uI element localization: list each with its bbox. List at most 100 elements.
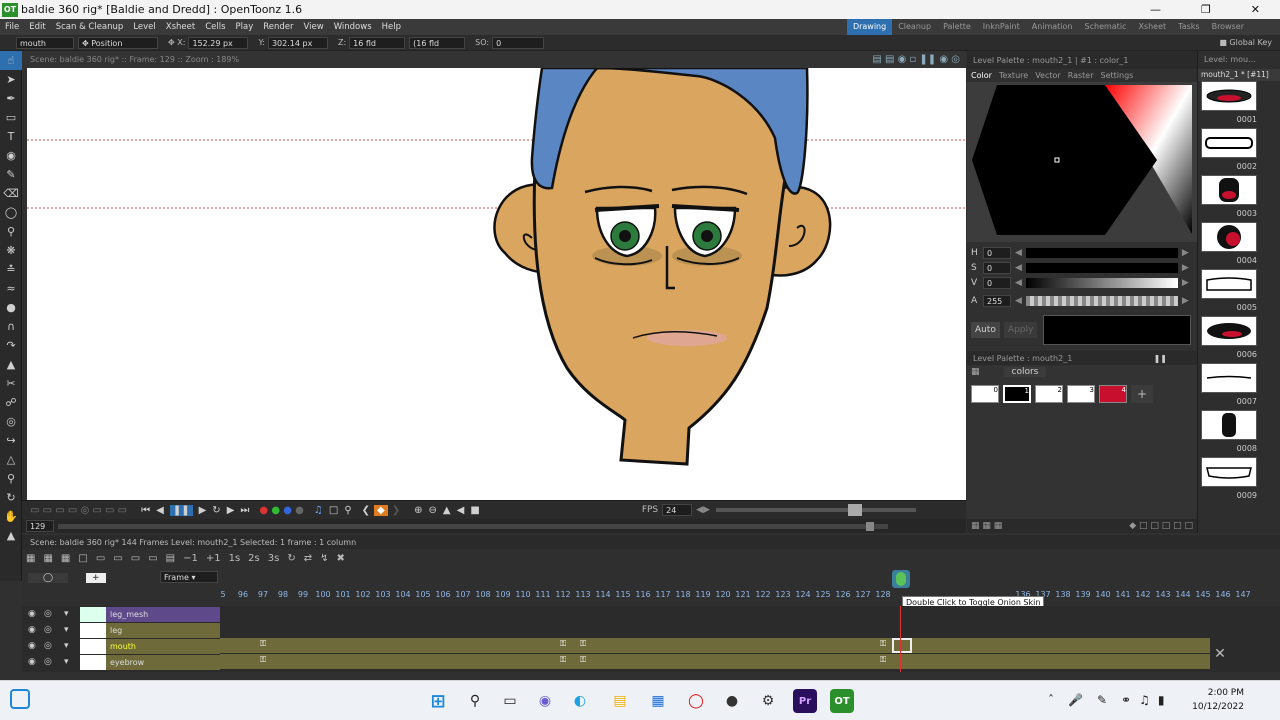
layer-leg[interactable]: ◉ ◎ ▾ leg [22,622,220,638]
camstand-icon[interactable]: ◎ [44,641,54,651]
frame-zoom-select[interactable]: Frame ▾ [160,571,218,583]
camstand-icon[interactable]: ◎ [44,609,54,619]
selected-cell[interactable] [892,638,912,653]
ruler-frame-label[interactable]: 112 [553,590,573,599]
ruler-frame-label[interactable]: 106 [433,590,453,599]
collapse-toolbar-icon[interactable]: ▲ [0,526,22,545]
ruler-frame-label[interactable]: 114 [593,590,613,599]
ruler-frame-label[interactable]: 142 [1133,590,1153,599]
camstand-icon[interactable]: ◎ [44,625,54,635]
geometric-tool-icon[interactable]: ▭ [0,108,22,127]
microphone-icon[interactable]: 🎤 [1068,693,1083,707]
menu-edit[interactable]: Edit [24,22,50,32]
level-frame-0004[interactable]: 0004 [1198,222,1280,269]
ruler-frame-label[interactable]: 146 [1213,590,1233,599]
swing-icon[interactable]: ⇄ [304,553,312,564]
premiere-icon[interactable]: Pr [793,689,817,713]
volume-icon[interactable]: ♫ [1139,693,1150,707]
viewer-options-icons[interactable]: ▤ ▤ ◉ ▫ ❚❚ ◉ ◎ [872,54,960,65]
next-frame-icon[interactable]: ▶ [227,505,235,516]
frame-slider[interactable] [58,521,888,531]
ruler-frame-label[interactable]: 103 [373,590,393,599]
play-icon[interactable]: ▶ [199,505,207,516]
viewer-canvas[interactable] [27,68,966,500]
color-wheel-area[interactable] [967,82,1197,242]
key-icon[interactable]: ⚿ [560,655,566,665]
ruler-frame-label[interactable]: 115 [613,590,633,599]
ruler-frame-label[interactable]: 104 [393,590,413,599]
animate-tool-icon[interactable]: ☝ [0,51,22,70]
room-tab-palette[interactable]: Palette [937,19,977,35]
x-field[interactable]: 152.29 px [188,36,249,49]
tab-texture[interactable]: Texture [999,71,1028,80]
level-frame-0006[interactable]: 0006 [1198,316,1280,363]
mode-select[interactable]: ✥ Position [78,36,158,49]
rotate-icon[interactable]: ◀ [457,505,465,516]
key-icon[interactable]: ⚿ [260,639,266,649]
minimize-icon[interactable]: — [1150,3,1161,16]
last-frame-icon[interactable]: ⏭ [240,505,249,516]
ruler-frame-label[interactable]: 126 [833,590,853,599]
z2-field[interactable]: (16 fld [409,36,466,49]
fps-slider-handle[interactable] [848,504,862,516]
decrease-step-icon[interactable]: −1 [183,553,198,564]
frame-slider-handle[interactable] [866,521,874,531]
cell-row-leg[interactable] [220,622,1280,637]
ruler-frame-label[interactable]: 144 [1173,590,1193,599]
level-frame-0002[interactable]: 0002 [1198,128,1280,175]
zoom-in-icon[interactable]: ⊕ [414,505,422,516]
bender-tool-icon[interactable]: ↷ [0,336,22,355]
room-tab-schematic[interactable]: Schematic [1079,19,1133,35]
reframe-1s-icon[interactable]: 1s [229,553,241,564]
search-icon[interactable]: ⚲ [463,689,487,713]
task-view-icon[interactable]: ▭ [498,689,522,713]
expand-icon[interactable]: ▾ [64,625,74,635]
maximize-icon[interactable]: ❐ [1201,3,1211,16]
ruler-frame-label[interactable]: 122 [753,590,773,599]
menu-view[interactable]: View [299,22,329,32]
palette-chip-1[interactable]: 1 [1003,385,1031,403]
toggle-xsheet-timeline-icon[interactable]: ◯ [28,573,68,583]
level-frame-0001[interactable]: 0001 [1198,81,1280,128]
prev-key-icon[interactable]: ❮ [362,505,370,516]
palette-view-icons[interactable]: ▦ ▦ ▦ [971,521,1002,531]
layer-name[interactable]: leg [106,622,220,638]
apply-button[interactable]: Apply [1003,321,1038,338]
camstand-icon[interactable]: ◎ [44,657,54,667]
level-frame-0009[interactable]: 0009 [1198,457,1280,504]
level-frame-0008[interactable]: 0008 [1198,410,1280,457]
menu-scan-cleanup[interactable]: Scan & Cleanup [51,22,129,32]
eraser-tool-icon[interactable]: ⌫ [0,184,22,203]
menu-help[interactable]: Help [377,22,406,32]
loop-icon[interactable]: ↻ [212,505,220,516]
reverse-icon[interactable]: ↻ [287,553,295,564]
selection-tool-icon[interactable]: ➤ [0,70,22,89]
ruler-frame-label[interactable]: 5 [213,590,233,599]
tray-chevron-icon[interactable]: ˆ [1048,693,1054,707]
rgb-picker-tool-icon[interactable]: ❋ [0,241,22,260]
new-note-icon[interactable]: □ [78,553,87,564]
a-field[interactable]: 255 [983,294,1011,307]
key-icon[interactable]: ⚿ [260,655,266,665]
brush-tool-icon[interactable]: ✒ [0,89,22,108]
obs-icon[interactable]: ● [720,689,744,713]
s-left-arrow-icon[interactable]: ◀ [1015,263,1022,273]
h-field[interactable]: 0 [983,246,1011,259]
cutter-tool-icon[interactable]: ✂ [0,374,22,393]
widgets-icon[interactable] [10,689,30,709]
magnet-tool-icon[interactable]: ∩ [0,317,22,336]
zoom-tool-icon[interactable]: ⚲ [0,469,22,488]
hook-tool-icon[interactable]: ↪ [0,431,22,450]
expand-icon[interactable]: ▾ [64,641,74,651]
ruler-frame-label[interactable]: 116 [633,590,653,599]
ruler-frame-label[interactable]: 123 [773,590,793,599]
shuffle-icon[interactable]: ✖ [336,553,344,564]
ruler-frame-label[interactable]: 145 [1193,590,1213,599]
cell-row-leg-mesh[interactable] [220,606,1280,621]
layer-mouth[interactable]: ◉ ◎ ▾ mouth [22,638,220,654]
s-right-arrow-icon[interactable]: ▶ [1182,263,1189,273]
level-frame-0005[interactable]: 0005 [1198,269,1280,316]
onion-skin-handle[interactable] [892,570,910,588]
edge-icon[interactable]: ◐ [568,689,592,713]
fill-tool-icon[interactable]: ◉ [0,146,22,165]
